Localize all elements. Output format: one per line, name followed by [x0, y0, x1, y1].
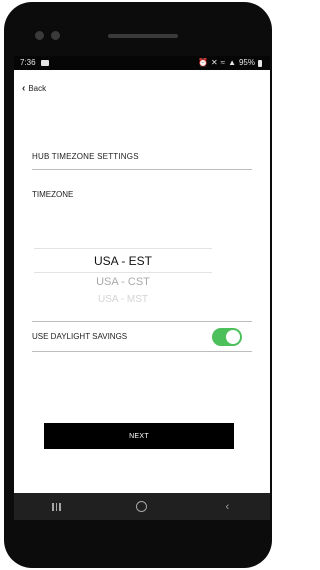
daylight-savings-toggle[interactable] [212, 328, 242, 346]
status-bar: 7:36 ⏰ ✕ ≈ ▲ 95% [14, 56, 270, 70]
divider [32, 321, 252, 322]
timezone-option[interactable]: USA - CST [34, 276, 212, 288]
section-title: HUB TIMEZONE SETTINGS [32, 152, 139, 161]
signal-icon: ▲ [228, 58, 236, 67]
timezone-option-selected[interactable]: USA - EST [34, 254, 212, 268]
app-screen: 7:36 ⏰ ✕ ≈ ▲ 95% ‹ Back HUB TIMEZONE SET… [14, 56, 270, 493]
status-time: 7:36 [20, 58, 36, 67]
status-icons: ⏰ ✕ ≈ ▲ 95% [198, 56, 262, 70]
divider [32, 169, 252, 170]
toggle-knob [226, 330, 240, 344]
divider [32, 351, 252, 352]
notification-app-icon [41, 60, 49, 66]
back-label: Back [28, 84, 47, 93]
alarm-icon: ⏰ [198, 58, 208, 67]
daylight-savings-label: USE DAYLIGHT SAVINGS [32, 332, 128, 341]
battery-percentage: 95% [238, 58, 255, 67]
nav-back-button[interactable]: ‹ [207, 497, 247, 517]
timezone-label: TIMEZONE [32, 190, 74, 199]
recents-icon [52, 502, 61, 511]
battery-icon [258, 59, 262, 67]
next-button[interactable]: NEXT [44, 423, 234, 449]
mute-icon: ✕ [210, 58, 218, 67]
home-icon [136, 501, 148, 512]
picker-divider-bottom [34, 272, 212, 273]
back-button[interactable]: ‹ Back [22, 82, 47, 94]
timezone-picker[interactable]: USA - EST USA - CST USA - MST [34, 248, 212, 306]
chevron-left-icon: ‹ [225, 500, 230, 513]
recents-button[interactable] [37, 497, 77, 517]
camera-dot [51, 31, 60, 40]
timezone-option[interactable]: USA - MST [34, 294, 212, 305]
phone-frame: 7:36 ⏰ ✕ ≈ ▲ 95% ‹ Back HUB TIMEZONE SET… [4, 2, 272, 568]
android-nav-bar: ‹ [14, 493, 270, 520]
wifi-icon: ≈ [220, 58, 226, 67]
camera-dot [35, 31, 44, 40]
picker-divider-top [34, 248, 212, 249]
chevron-left-icon: ‹ [22, 82, 26, 94]
home-button[interactable] [122, 497, 162, 517]
speaker-grille [108, 34, 178, 38]
